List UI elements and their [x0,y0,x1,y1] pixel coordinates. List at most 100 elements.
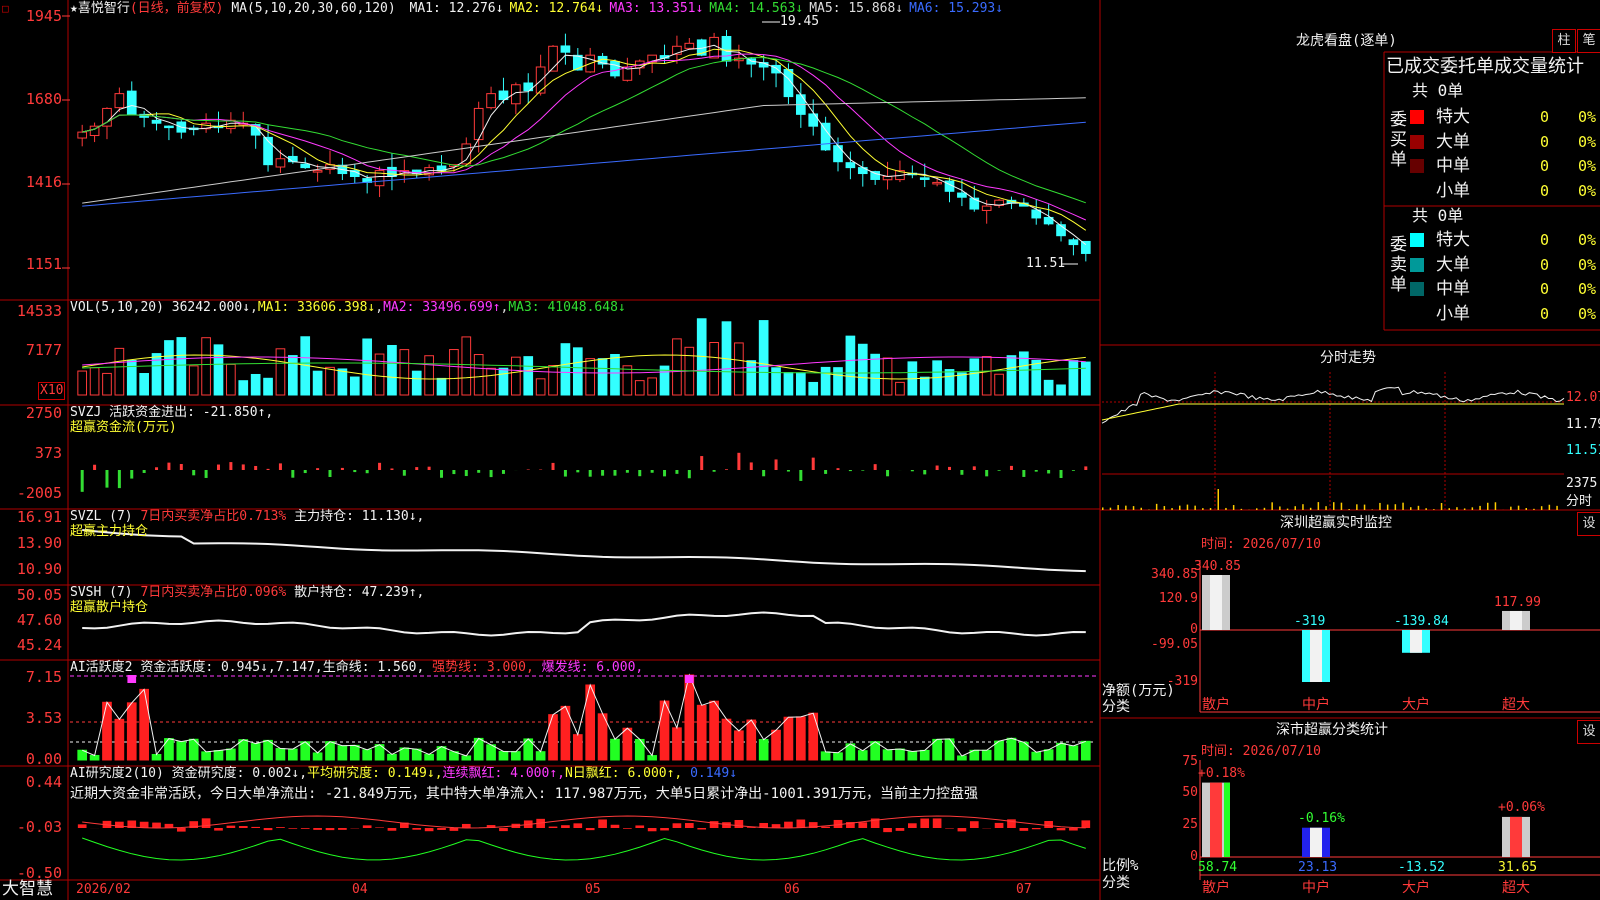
intraday-vol-bar [1510,506,1512,510]
svzj-bar [625,470,629,473]
vol-bar [139,373,149,396]
activity-bar [957,755,967,761]
vol-bar [572,347,583,396]
sz-realtime-date: 时间: 2026/07/10 [1201,537,1321,552]
chart-mode: (日线，前复权) [129,1,224,16]
activity-bar [126,702,137,761]
candle [746,57,757,78]
szc-value-label: -13.52 [1398,860,1445,875]
vol-unit-button[interactable]: X10 [38,382,66,400]
vol-bar [275,348,286,396]
intraday-vol-bar [1325,506,1327,510]
vol-bar [957,372,967,396]
svzj-bar [1009,465,1013,470]
candle [684,37,695,50]
candle [201,113,211,133]
pen-mode-button[interactable]: 笔 [1577,29,1600,53]
activity-bar [337,745,348,761]
legend-swatch [1410,110,1424,124]
activity-bar [89,754,100,761]
szr-bar-highlight [1210,575,1222,630]
szc-axis-tick: 50 [1182,785,1198,800]
date-tick-5: 07 [1016,882,1032,897]
szr-axis-tick: 120.9 [1158,591,1198,606]
sell-count: 0 [1540,304,1550,323]
vol-bar [511,356,521,396]
activity-bar [734,730,744,761]
vol-bar [411,370,422,396]
candle [734,44,744,69]
buy-row: 大单 0 0% [1410,132,1600,152]
vol-bar [882,357,893,396]
szr-bar-highlight [1510,610,1522,630]
candle [1019,198,1029,207]
research-bar [660,828,669,831]
svsh-axis-1: 50.05 [16,586,62,604]
burst-marker [684,675,694,683]
intraday-vol-bar [1317,502,1320,510]
vol-bar [387,344,397,396]
candle [486,86,496,110]
svzj-bar [204,470,208,478]
candle [411,169,422,179]
vol-bar [424,355,434,396]
vol-bar [349,376,360,396]
sell-count: 0 [1540,231,1550,249]
svzj-bar [291,470,295,478]
activity-bar [1080,740,1091,761]
research-bar [263,828,273,831]
activity-bar [572,734,583,761]
buy-row: 小单 0 0% [1410,181,1600,201]
szc-bar-highlight [1310,827,1322,857]
sell-pct: 0% [1578,304,1597,323]
research-bar [647,828,657,832]
vol-bar [535,378,546,396]
szr-axis-tick: 340.85 [1151,567,1198,582]
research-bar [994,822,1004,828]
research-bar [734,819,744,828]
high-mark: 19.45 [780,14,820,29]
vol-bar [486,367,496,396]
date-tick-3: 05 [585,882,601,897]
sell-label: 中单 [1436,279,1470,299]
szr-category: 超大 [1502,697,1530,713]
svzj-bar [340,467,344,470]
bar-mode-button[interactable]: 柱 [1552,29,1576,53]
research-bar [115,821,124,828]
szr-value-label: -139.84 [1394,614,1449,629]
vol-bar [857,343,868,396]
intraday-vol-bar [1102,507,1104,510]
szr-axis-tick: 0 [1190,622,1198,637]
sell-row: 中单 0 0% [1410,279,1600,299]
price-axis-1: 1945 [25,7,62,25]
vol-bar [647,377,657,396]
intraday-vol-bar [1548,504,1551,510]
intraday-vol-bar [1479,505,1481,510]
research-bar [238,826,248,828]
intraday-vol-bar [1194,505,1196,510]
activity-bar [139,688,149,761]
svzj-bar [1022,470,1026,477]
svzj-bar [1071,470,1075,471]
svsh-axis-2: 47.60 [16,611,62,629]
research-bar [969,821,979,828]
candle [164,125,174,141]
intraday-vol-bar [1333,502,1335,510]
svzj-bar [402,470,406,476]
ai-active-header: AI活跃度2 资金活跃度: 0.945↓,7.147,生命线: 1.560, 强… [70,660,644,675]
szr-category: 大户 [1402,697,1430,713]
activity-bar [820,751,831,761]
candle [139,110,149,128]
intraday-vol-bar [1132,506,1135,510]
candle [1056,221,1066,242]
sz-class-settings-button[interactable]: 设 [1577,720,1600,744]
candle [944,177,955,203]
legend-swatch [1410,134,1424,149]
szc-category: 大户 [1402,880,1430,896]
sz-realtime-settings-button[interactable]: 设 [1577,512,1600,536]
sell-pct: 0% [1578,255,1597,274]
research-bar [214,828,223,831]
svzj-bar [786,470,790,472]
price-axis-2: 1680 [25,90,62,108]
intraday-vol-bar [1155,503,1158,510]
